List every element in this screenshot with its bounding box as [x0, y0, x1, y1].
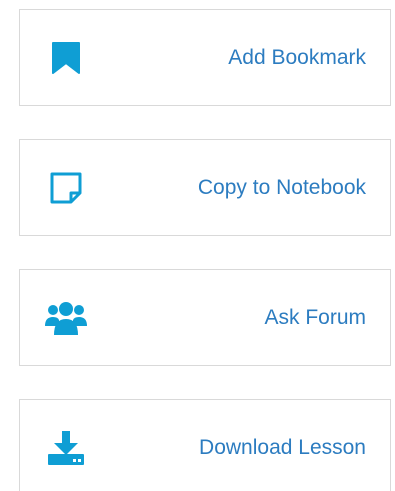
download-lesson-label: Download Lesson	[199, 435, 366, 459]
copy-to-notebook-label: Copy to Notebook	[197, 175, 366, 199]
add-bookmark-label: Add Bookmark	[228, 45, 366, 69]
bookmark-icon	[44, 36, 88, 80]
ask-forum-button[interactable]: Ask Forum	[19, 269, 391, 366]
copy-to-notebook-button[interactable]: Copy to Notebook	[19, 139, 391, 236]
sticky-note-icon	[44, 166, 88, 210]
lesson-actions-list: Add Bookmark Copy to Notebook Ask Forum …	[19, 9, 391, 491]
add-bookmark-button[interactable]: Add Bookmark	[19, 9, 391, 106]
download-icon	[44, 426, 88, 470]
ask-forum-label: Ask Forum	[264, 305, 366, 329]
users-icon	[44, 296, 88, 340]
download-lesson-button[interactable]: Download Lesson	[19, 399, 391, 491]
